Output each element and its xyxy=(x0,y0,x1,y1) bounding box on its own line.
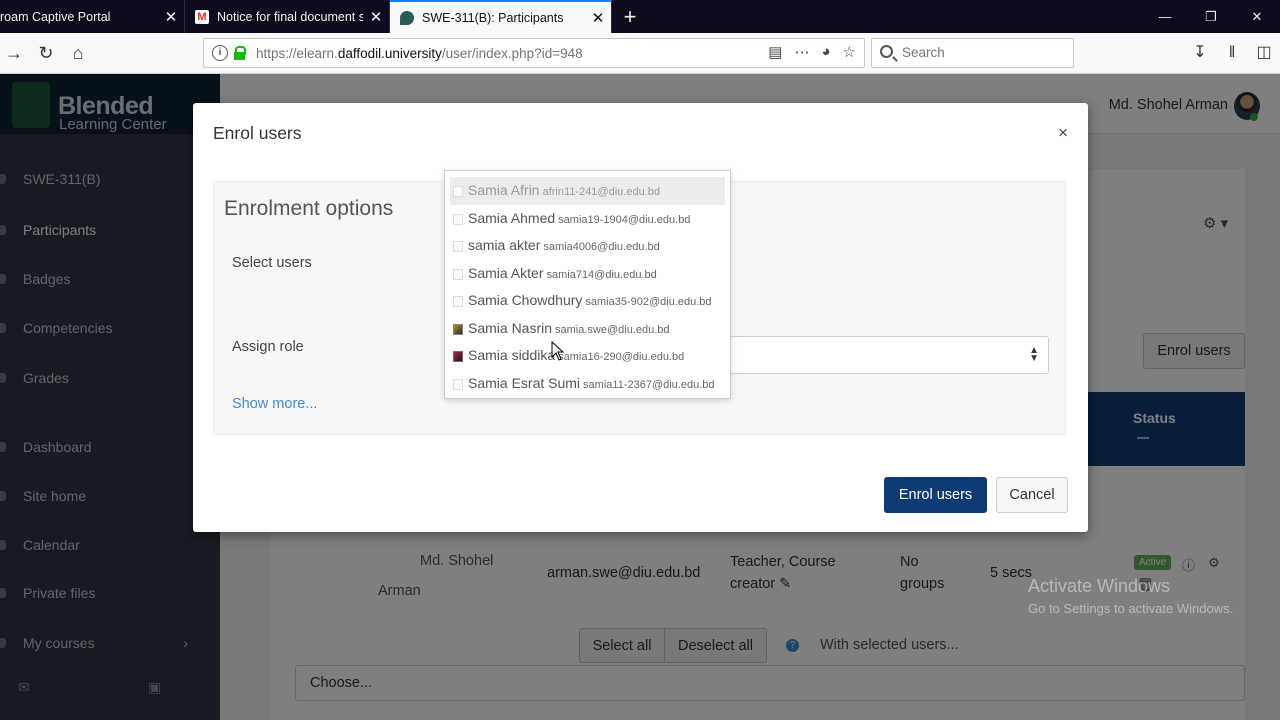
user-picture-icon xyxy=(453,268,463,280)
enrol-users-submit-button[interactable]: Enrol users xyxy=(884,477,987,513)
tab-title: Notice for final document submission xyxy=(217,9,363,24)
close-icon[interactable]: × xyxy=(1058,123,1068,143)
gmail-icon: M xyxy=(195,9,209,24)
watermark-title: Activate Windows xyxy=(1028,576,1171,596)
suggestion-name: Samia Akter xyxy=(468,264,544,281)
show-more-link[interactable]: Show more... xyxy=(232,396,317,412)
reload-icon[interactable]: ↻ xyxy=(34,41,58,65)
list-item[interactable]: Samia Nasrin samia.swe@diu.edu.bd xyxy=(450,315,725,343)
tab-title: SWE-311(B): Participants xyxy=(422,10,564,25)
windows-watermark: Activate Windows Go to Settings to activ… xyxy=(1028,576,1233,616)
address-bar-actions: ▤ ⋯ ◕ ☆ xyxy=(768,43,856,61)
address-bar[interactable]: i https://elearn.daffodil.university/use… xyxy=(203,38,865,68)
user-photo-icon xyxy=(453,323,463,335)
user-picture-icon xyxy=(453,296,463,307)
reader-view-icon[interactable]: ▤ xyxy=(768,43,782,61)
page-actions-icon[interactable]: ⋯ xyxy=(794,43,809,61)
list-item[interactable]: Samia Chowdhury samia35-902@diu.edu.bd xyxy=(450,287,725,315)
suggestion-email: samia.swe@diu.edu.bd xyxy=(555,323,670,336)
url-text[interactable]: https://elearn.daffodil.university/user/… xyxy=(256,46,583,61)
assign-role-label: Assign role xyxy=(232,339,304,355)
url-host: daffodil.university xyxy=(337,46,442,61)
search-icon xyxy=(880,45,893,58)
suggestion-email: samia19-1904@diu.edu.bd xyxy=(558,213,691,226)
suggestion-email: samia16-290@diu.edu.bd xyxy=(558,351,685,363)
list-item[interactable]: Samia siddika samia16-290@diu.edu.bd xyxy=(450,342,725,370)
forward-icon[interactable]: → xyxy=(2,41,26,65)
suggestion-email: samia11-2367@diu.edu.bd xyxy=(583,378,715,391)
suggestion-email: samia35-902@diu.edu.bd xyxy=(585,296,712,308)
select-users-label: Select users xyxy=(232,255,312,271)
tab-title: roam Captive Portal xyxy=(0,9,111,24)
moodle-favicon-icon xyxy=(400,10,414,25)
url-path: /user/index.php?id=948 xyxy=(441,46,583,61)
url-prefix: https://elearn. xyxy=(256,46,338,61)
list-item[interactable]: Samia Akter samia714@diu.edu.bd xyxy=(450,260,725,288)
suggestion-email: samia714@diu.edu.bd xyxy=(546,268,657,281)
bookmark-star-icon[interactable]: ☆ xyxy=(843,43,856,61)
user-picture-icon xyxy=(453,186,463,197)
suggestion-name: Samia Esrat Sumi xyxy=(468,374,581,391)
suggestion-name: Samia Afrin xyxy=(468,182,540,198)
user-picture-icon xyxy=(453,213,463,225)
user-picture-icon xyxy=(453,241,463,252)
suggestion-name: samia akter xyxy=(468,237,541,253)
suggestion-name: Samia siddika xyxy=(468,347,556,363)
library-icon[interactable]: ‖ xyxy=(1216,41,1248,65)
list-item[interactable]: Samia Esrat Sumi samia11-2367@diu.edu.bd xyxy=(450,370,725,398)
tab-close-icon[interactable]: ✕ xyxy=(158,8,184,26)
pocket-icon[interactable]: ◕ xyxy=(821,43,830,61)
download-icon[interactable]: ↧ xyxy=(1184,41,1216,65)
suggestion-email: afrin11-241@diu.edu.bd xyxy=(542,186,660,198)
toolbar-icons: ↧ ‖ ◫ xyxy=(1184,41,1280,65)
tab-participants[interactable]: SWE-311(B): Participants ✕ xyxy=(390,0,612,33)
close-window-icon[interactable]: ✕ xyxy=(1234,0,1280,33)
browser-tab-bar: roam Captive Portal ✕ M Notice for final… xyxy=(0,0,1280,33)
mouse-cursor-icon xyxy=(551,341,565,361)
dialog-footer: Enrol users Cancel xyxy=(193,453,1088,532)
suggestion-email: samia4006@diu.edu.bd xyxy=(543,241,660,253)
suggestion-name: Samia Ahmed xyxy=(468,209,556,226)
section-title[interactable]: Enrolment options xyxy=(224,197,393,221)
sidebar-toggle-icon[interactable]: ◫ xyxy=(1248,41,1280,65)
minimize-icon[interactable]: — xyxy=(1142,0,1188,33)
suggestion-name: Samia Chowdhury xyxy=(468,292,583,308)
new-tab-button[interactable]: + xyxy=(612,0,648,33)
home-icon[interactable]: ⌂ xyxy=(66,41,90,65)
dialog-title: Enrol users xyxy=(213,123,302,143)
tab-notice[interactable]: M Notice for final document submission ✕ xyxy=(185,0,390,33)
browser-nav-bar: → ↻ ⌂ i https://elearn.daffodil.universi… xyxy=(0,33,1280,74)
tab-captive-portal[interactable]: roam Captive Portal ✕ xyxy=(0,0,185,33)
tab-close-icon[interactable]: ✕ xyxy=(585,9,611,27)
cancel-button[interactable]: Cancel xyxy=(996,477,1068,513)
restore-icon[interactable]: ❐ xyxy=(1188,0,1234,33)
user-suggestions-list: Samia Afrin afrin11-241@diu.edu.bd Samia … xyxy=(444,170,731,399)
search-input[interactable] xyxy=(902,45,1062,60)
user-picture-icon xyxy=(453,378,463,390)
lock-icon xyxy=(234,46,246,60)
browser-search-box[interactable] xyxy=(871,38,1074,68)
select-arrows-icon: ▲ ▼ xyxy=(1029,345,1039,364)
list-item[interactable]: Samia Ahmed samia19-1904@diu.edu.bd xyxy=(450,205,725,233)
suggestion-name: Samia Nasrin xyxy=(468,319,553,336)
window-controls: — ❐ ✕ xyxy=(1142,0,1280,33)
watermark-subtitle: Go to Settings to activate Windows. xyxy=(1028,601,1234,616)
assign-role-select[interactable]: ▲ ▼ xyxy=(730,336,1049,374)
list-item[interactable]: Samia Afrin afrin11-241@diu.edu.bd xyxy=(450,177,725,205)
info-icon[interactable]: i xyxy=(212,45,228,61)
user-photo-icon xyxy=(453,351,463,362)
tab-close-icon[interactable]: ✕ xyxy=(363,8,389,26)
list-item[interactable]: samia akter samia4006@diu.edu.bd xyxy=(450,232,725,260)
